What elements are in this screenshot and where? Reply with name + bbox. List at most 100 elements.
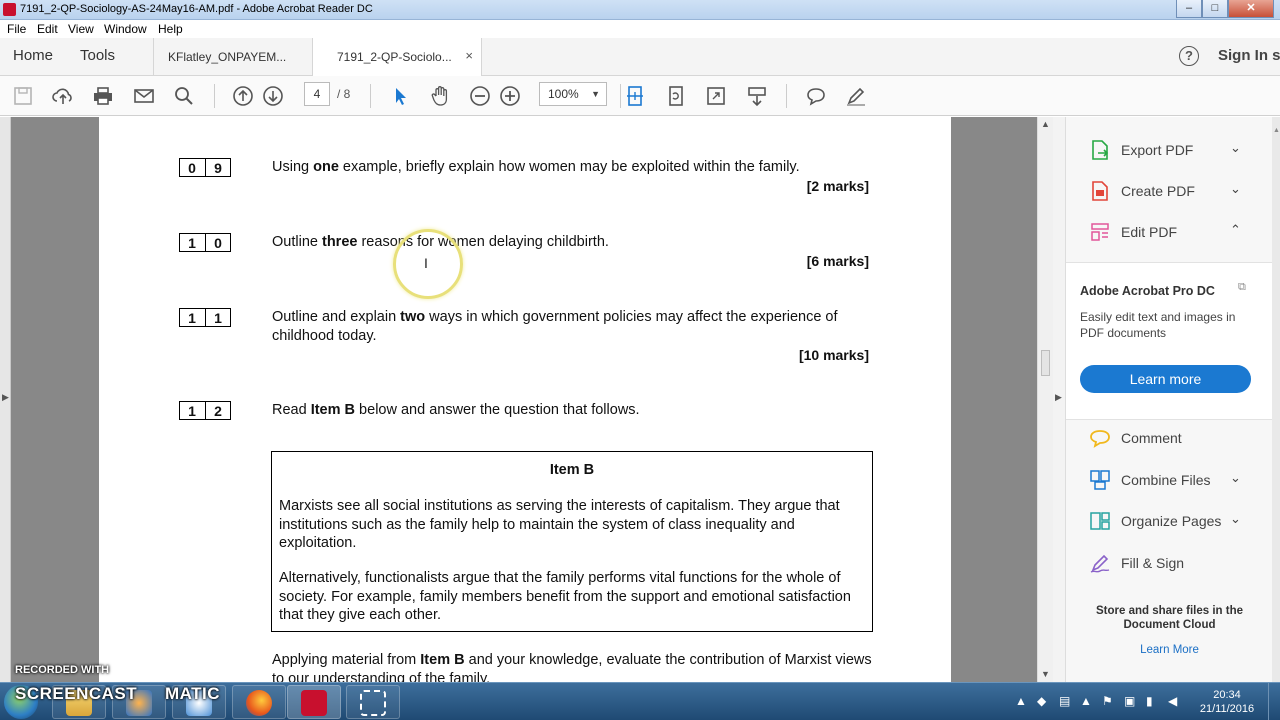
select-arrow-icon[interactable] [389,84,413,108]
acrobat-app-icon [3,3,16,16]
create-pdf-icon [1088,179,1112,203]
maximize-button[interactable]: □ [1202,0,1228,18]
upload-cloud-icon[interactable] [51,84,75,108]
volume-icon[interactable]: ◀ [1168,694,1177,708]
menu-edit[interactable]: Edit [37,22,58,36]
toolbar-separator [214,84,215,108]
title-bar: 7191_2-QP-Sociology-AS-24May16-AM.pdf - … [0,0,1280,20]
close-tab-icon[interactable]: × [465,48,473,63]
rotate-page-icon[interactable] [664,84,688,108]
chevron-up-icon: ⌃ [1230,222,1241,237]
tool-combine-files[interactable]: Combine Files ⌄ [1066,462,1273,498]
question-12-text: Read Item B below and answer the questio… [272,402,640,418]
scroll-up-icon[interactable]: ▲ [1273,127,1280,137]
document-scrollbar[interactable]: ▲ ▼ [1037,117,1053,682]
zoom-value: 100% [548,87,579,101]
show-desktop-button[interactable] [1268,683,1280,720]
hand-tool-icon[interactable] [429,84,453,108]
tray-app-icon[interactable]: ◆ [1037,694,1046,708]
tray-update-icon[interactable]: ▲ [1080,694,1092,708]
export-pdf-icon [1088,138,1112,162]
scroll-mode-icon[interactable] [745,84,769,108]
tab-document-sociology[interactable]: 7191_2-QP-Sociolo... × [312,38,482,77]
right-pane-toggle[interactable]: ▶ [1053,117,1065,682]
text-cursor-icon: I [424,255,428,271]
tray-network-icon[interactable]: ▤ [1059,694,1070,708]
question-11-marks: [10 marks] [798,347,869,363]
tray-security-icon[interactable]: ⚑ [1102,694,1113,708]
organize-pages-icon [1088,509,1112,533]
snipping-tool-icon [360,690,386,716]
question-09-text: Using one example, briefly explain how w… [272,159,800,175]
edit-pdf-icon [1088,220,1112,244]
toolbar-separator [370,84,371,108]
chevron-down-icon: ⌄ [1230,511,1241,526]
question-10-text: Outline three reasons for women delaying… [272,234,609,250]
sign-in-link[interactable]: Sign In s [1218,47,1280,64]
tab-home[interactable]: Home [13,47,53,64]
question-10-marks: [6 marks] [806,253,869,269]
collapse-right-icon: ▶ [1055,392,1062,402]
zoom-in-icon[interactable] [498,84,522,108]
learn-more-button[interactable]: Learn more [1080,365,1251,393]
email-icon[interactable] [132,84,156,108]
save-icon[interactable] [11,84,35,108]
store-learn-more-link[interactable]: Learn More [1066,644,1273,656]
full-screen-icon[interactable] [704,84,728,108]
chevron-down-icon: ⌄ [1230,181,1241,196]
store-heading: Store and share files in the Document Cl… [1096,605,1243,631]
tab-tools[interactable]: Tools [80,47,115,64]
cursor-highlight-ring [393,229,463,299]
close-window-button[interactable]: ✕ [1228,0,1274,18]
tool-edit-pdf[interactable]: Edit PDF ⌃ [1066,214,1273,250]
tab-label: 7191_2-QP-Sociolo... [337,50,452,64]
tool-export-pdf[interactable]: Export PDF ⌄ [1066,132,1273,168]
highlight-pen-icon[interactable] [844,84,868,108]
help-icon[interactable]: ? [1179,46,1199,66]
signal-icon[interactable]: ▮ [1146,694,1153,708]
copy-icon[interactable]: ⧉ [1238,281,1246,294]
taskbar-firefox[interactable] [232,685,286,719]
tool-organize-pages[interactable]: Organize Pages ⌄ [1066,503,1273,539]
firefox-icon [246,690,272,716]
combine-files-icon [1088,468,1112,492]
scroll-thumb[interactable] [1041,350,1050,376]
print-icon[interactable] [91,84,115,108]
tab-document-kflatley[interactable]: KFlatley_ONPAYEM... [153,38,312,76]
tool-create-pdf[interactable]: Create PDF ⌄ [1066,173,1273,209]
left-panel-toggle[interactable]: ▶ [0,117,11,682]
page-number-input[interactable]: 4 [304,82,330,106]
tool-comment[interactable]: Comment [1066,420,1273,456]
taskbar-clock[interactable]: 20:34 21/11/2016 [1192,688,1262,716]
next-page-icon[interactable] [261,84,285,108]
toolbar-separator [786,84,787,108]
clock-time: 20:34 [1213,689,1241,701]
menu-help[interactable]: Help [158,22,183,36]
show-hidden-icons-icon[interactable]: ▲ [1015,694,1027,708]
scroll-down-icon[interactable]: ▼ [1041,669,1050,679]
tool-fill-sign[interactable]: Fill & Sign [1066,545,1273,581]
zoom-out-icon[interactable] [468,84,492,108]
taskbar-acrobat[interactable] [287,685,341,719]
tab-label: KFlatley_ONPAYEM... [168,50,287,64]
page-total: / 8 [337,87,351,101]
scroll-up-icon[interactable]: ▲ [1041,119,1050,129]
item-b-paragraph-1: Marxists see all social institutions as … [279,498,840,551]
zoom-select[interactable]: 100% ▼ [539,82,607,106]
search-icon[interactable] [172,84,196,108]
right-pane-scrollbar[interactable]: ▲ [1272,117,1280,682]
menu-file[interactable]: File [7,22,26,36]
acrobat-pro-promo: Adobe Acrobat Pro DC ⧉ Easily edit text … [1066,262,1273,420]
clock-date: 21/11/2016 [1199,703,1255,715]
minimize-button[interactable]: – [1176,0,1202,18]
fit-page-icon[interactable] [623,84,647,108]
menu-view[interactable]: View [68,22,94,36]
taskbar-snipping[interactable] [346,685,400,719]
menu-bar: File Edit View Window Help [0,20,1280,38]
comment-tool-icon[interactable] [804,84,828,108]
tray-device-icon[interactable]: ▣ [1124,694,1135,708]
app-window: 7191_2-QP-Sociology-AS-24May16-AM.pdf - … [0,0,1280,720]
menu-window[interactable]: Window [104,22,147,36]
comment-icon [1088,426,1112,450]
previous-page-icon[interactable] [231,84,255,108]
